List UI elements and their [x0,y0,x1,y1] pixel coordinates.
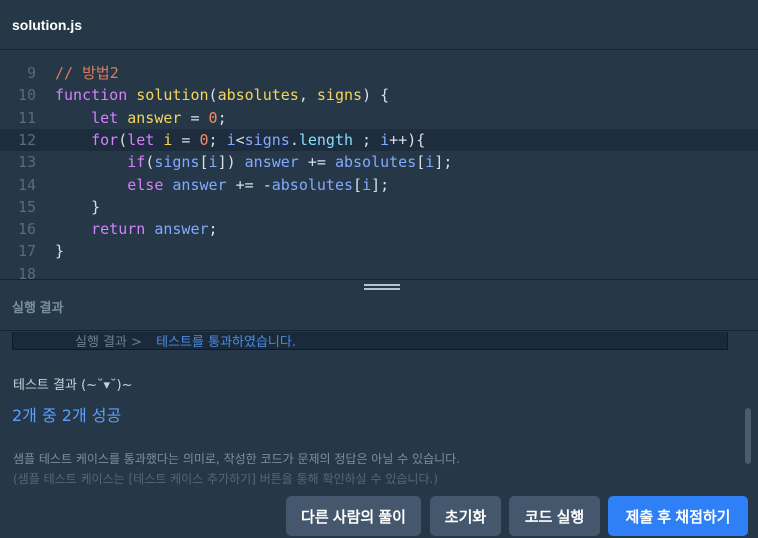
line-number: 18 [17,264,36,279]
previous-run-status: 테스트를 통과하였습니다. [156,335,296,350]
code-line[interactable]: 14 else answer += -absolutes[i]; [0,174,758,196]
code-line[interactable]: 9 // 방법2 [0,62,758,84]
code-line[interactable]: 16 return answer; [0,218,758,240]
code-line[interactable]: 18 [0,263,758,279]
line-number: 15 [17,197,36,216]
previous-run-prefix: 실행 결과 > [75,335,142,350]
code-text[interactable]: else answer += -absolutes[i]; [55,174,389,196]
code-line[interactable]: 10 function solution(absolutes, signs) { [0,84,758,106]
test-result-title: 테스트 결과 (~˘▾˘)~ [13,378,133,393]
code-line[interactable]: 11 let answer = 0; [0,107,758,129]
code-text[interactable]: } [55,240,64,262]
line-number: 12 [17,130,36,149]
code-editor[interactable]: 9 // 방법2 10 function solution(absolutes, si… [0,51,758,279]
test-result-note-secondary: (샘플 테스트 케이스는 [테스트 케이스 추가하기] 버튼을 통해 확인하실 … [13,472,439,486]
line-number: 13 [17,153,36,172]
code-line[interactable]: 13 if(signs[i]) answer += absolutes[i]; [0,151,758,173]
line-number: 10 [17,86,36,105]
panel-splitter[interactable]: 실행 결과 [0,279,758,331]
output-scrollbar[interactable] [745,408,751,464]
line-number: 14 [17,175,36,194]
drag-handle-icon[interactable] [364,284,400,292]
submit-button[interactable]: 제출 후 채점하기 [608,496,748,536]
code-text[interactable]: return answer; [55,218,217,240]
editor-tab-bar: solution.js [0,0,758,50]
run-code-button[interactable]: 코드 실행 [509,496,600,536]
code-line[interactable]: 12 for(let i = 0; i<signs.length ; i++){ [0,128,758,151]
line-number: 17 [17,242,36,261]
line-number: 16 [17,220,36,239]
test-result-note: 샘플 테스트 케이스를 통과했다는 의미로, 작성한 코드가 문제의 정답은 아… [13,452,461,466]
file-name: solution.js [12,16,82,33]
line-number: 9 [26,64,36,82]
code-text[interactable]: let answer = 0; [55,107,226,129]
test-result-summary: 2개 중 2개 성공 [12,406,122,425]
reset-button[interactable]: 초기화 [430,496,501,536]
code-text[interactable]: } [55,196,100,218]
other-solutions-button[interactable]: 다른 사람의 풀이 [286,496,421,536]
previous-run-message: 실행 결과 > 테스트를 통과하였습니다. [12,332,728,350]
line-number: 11 [17,108,36,127]
code-text[interactable]: if(signs[i]) answer += absolutes[i]; [55,151,452,173]
code-text[interactable]: function solution(absolutes, signs) { [55,84,389,106]
code-text[interactable]: for(let i = 0; i<signs.length ; i++){ [55,129,425,151]
result-section-title: 실행 결과 [12,300,64,315]
code-line[interactable]: 17} [0,240,758,262]
code-line[interactable]: 15 } [0,196,758,218]
code-text[interactable]: // 방법2 [55,62,119,84]
